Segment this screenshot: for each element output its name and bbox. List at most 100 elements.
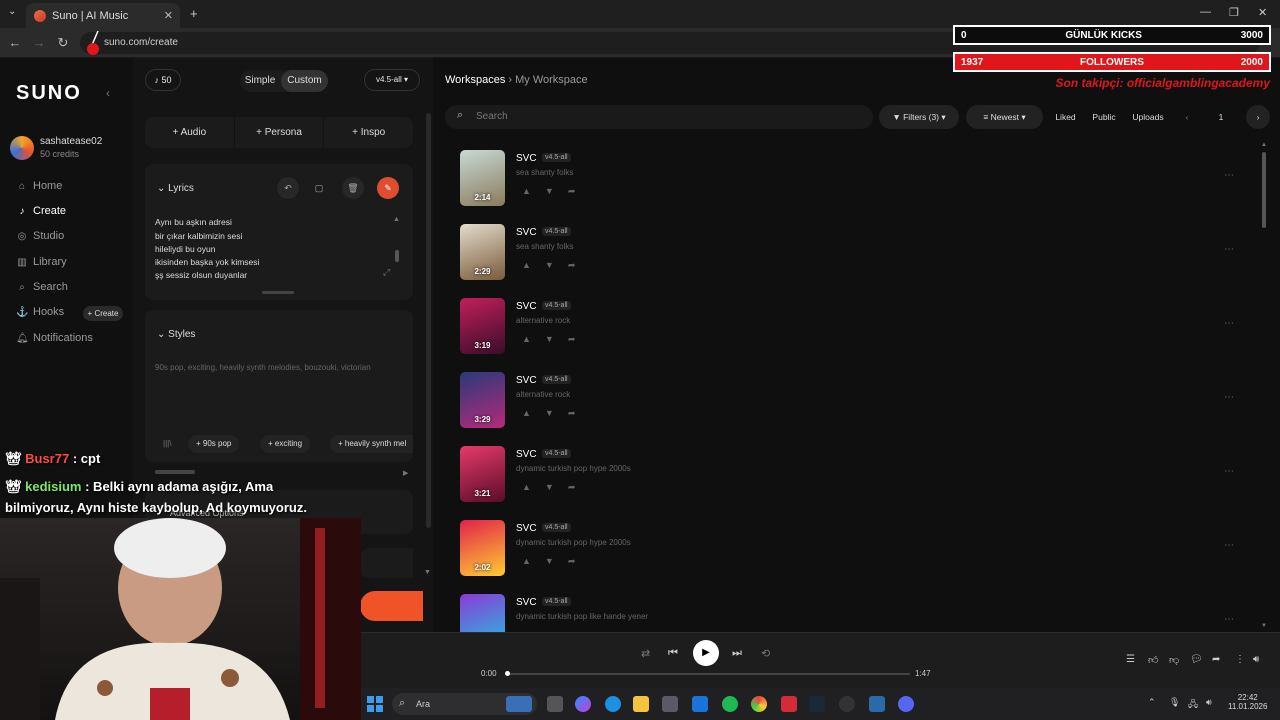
queue-icon[interactable]: ☰ bbox=[1126, 654, 1135, 665]
add-inspo-button[interactable]: + Inspo bbox=[324, 117, 413, 148]
breadcrumb-workspaces[interactable]: Workspaces bbox=[445, 74, 505, 86]
song-cover[interactable]: 3:19 bbox=[460, 298, 505, 354]
thumb-up-icon[interactable]: ▲ bbox=[522, 482, 545, 492]
microphone-icon[interactable]: 🎙︎ bbox=[1169, 697, 1180, 708]
sidebar-item-create[interactable]: ♪ Create bbox=[16, 205, 67, 217]
file-explorer-icon[interactable] bbox=[633, 696, 649, 712]
more-icon[interactable]: ⋮ bbox=[1235, 654, 1245, 665]
styles-input[interactable]: 90s pop, exciting, heavily synth melodie… bbox=[155, 363, 371, 372]
collapse-sidebar-icon[interactable]: ‹ bbox=[106, 86, 110, 100]
taskbar-clock[interactable]: 22:42 11.01.2026 bbox=[1228, 693, 1267, 711]
lyrics-line[interactable]: ikisinden başka yok kimsesi bbox=[155, 257, 259, 267]
scroll-up-icon[interactable]: ▲ bbox=[1261, 142, 1267, 148]
lyrics-line[interactable]: bir çıkar kalbimizin sesi bbox=[155, 231, 242, 241]
scroll-down-icon[interactable]: ▼ bbox=[1261, 623, 1267, 629]
scroll-down-icon[interactable]: ▼ bbox=[424, 569, 431, 576]
avatar[interactable] bbox=[10, 136, 34, 160]
obs-icon[interactable] bbox=[839, 696, 855, 712]
maximize-icon[interactable]: ❐ bbox=[1229, 6, 1239, 19]
prev-page-icon[interactable]: ‹ bbox=[1179, 105, 1195, 129]
forward-icon[interactable]: → bbox=[30, 34, 48, 52]
more-options-icon[interactable]: ⋯ bbox=[1224, 244, 1234, 255]
browser-tab[interactable]: Suno | AI Music ✕ bbox=[26, 3, 180, 28]
thumb-down-icon[interactable]: ▼ bbox=[545, 408, 568, 418]
edge-icon[interactable] bbox=[605, 696, 621, 712]
share-icon[interactable]: ➦ bbox=[568, 260, 590, 270]
username[interactable]: sashatease02 bbox=[40, 136, 102, 147]
share-icon[interactable]: ➦ bbox=[568, 334, 590, 344]
thumb-up-icon[interactable]: ▲ bbox=[522, 186, 545, 196]
thumb-down-icon[interactable]: 👎︎ bbox=[1169, 654, 1179, 666]
next-page-icon[interactable]: › bbox=[1246, 105, 1270, 129]
public-filter[interactable]: Public bbox=[1090, 105, 1118, 129]
song-style[interactable]: alternative rock bbox=[516, 316, 570, 325]
song-row[interactable]: 3:29 SVC v4.5-all alternative rock ▲▼➦ ⋯ bbox=[460, 372, 1240, 434]
share-icon[interactable]: ➦ bbox=[568, 556, 590, 566]
create-button[interactable] bbox=[360, 591, 423, 621]
breadcrumb-current[interactable]: My Workspace bbox=[515, 74, 588, 86]
song-title[interactable]: SVC bbox=[516, 597, 537, 608]
filters-button[interactable]: ▼ Filters (3) ▾ bbox=[879, 105, 959, 129]
resize-icon[interactable]: ⤢ bbox=[383, 267, 390, 278]
song-style[interactable]: sea shanty folks bbox=[516, 168, 573, 177]
store-icon[interactable] bbox=[662, 696, 678, 712]
song-row[interactable]: 3:19 SVC v4.5-all alternative rock ▲▼➦ ⋯ bbox=[460, 298, 1240, 360]
song-row[interactable]: 2:14 SVC v4.5-all sea shanty folks ▲▼➦ ⋯ bbox=[460, 150, 1240, 212]
previous-icon[interactable]: ⏮︎ bbox=[668, 647, 678, 660]
song-style[interactable]: dynamic turkish pop hype 2000s bbox=[516, 464, 631, 473]
song-cover[interactable]: 2:29 bbox=[460, 224, 505, 280]
copilot-icon[interactable] bbox=[575, 696, 591, 712]
steam-icon[interactable] bbox=[809, 696, 825, 712]
more-options-icon[interactable]: ⋯ bbox=[1224, 540, 1234, 551]
discord-icon[interactable] bbox=[898, 696, 914, 712]
styles-toggle[interactable]: ⌄ Styles bbox=[157, 329, 195, 340]
song-cover[interactable]: 2:14 bbox=[460, 150, 505, 206]
play-button[interactable]: ▶ bbox=[693, 640, 719, 666]
hooks-create-button[interactable]: + Create bbox=[83, 306, 123, 321]
panel-scrollbar[interactable] bbox=[426, 113, 431, 528]
shuffle-icon[interactable]: ⇄ bbox=[641, 647, 650, 660]
tray-chevron-icon[interactable]: ⌃ bbox=[1148, 697, 1156, 708]
app-blue-icon[interactable] bbox=[869, 696, 885, 712]
speaker-icon[interactable]: 🔊︎ bbox=[1206, 697, 1212, 708]
share-icon[interactable]: ➦ bbox=[1212, 654, 1220, 665]
trash-icon[interactable]: 🗑︎ bbox=[342, 177, 364, 199]
song-title[interactable]: SVC bbox=[516, 375, 537, 386]
song-row[interactable]: 2:29 SVC v4.5-all sea shanty folks ▲▼➦ ⋯ bbox=[460, 224, 1240, 286]
share-icon[interactable]: ➦ bbox=[568, 408, 590, 418]
song-row[interactable]: 2:02 SVC v4.5-all dynamic turkish pop hype … bbox=[460, 520, 1240, 582]
progress-knob[interactable] bbox=[505, 671, 510, 676]
styles-menu-icon[interactable]: |||\ bbox=[163, 439, 171, 448]
more-options-icon[interactable]: ⋯ bbox=[1224, 170, 1234, 181]
expand-icon[interactable]: ▢ bbox=[308, 177, 330, 199]
sidebar-item-studio[interactable]: ◎ Studio bbox=[16, 230, 65, 242]
more-options-icon[interactable]: ⋯ bbox=[1224, 318, 1234, 329]
close-window-icon[interactable]: ✕ bbox=[1258, 6, 1267, 19]
close-tab-icon[interactable]: ✕ bbox=[164, 9, 173, 22]
task-view-icon[interactable] bbox=[547, 696, 563, 712]
uploads-filter[interactable]: Uploads bbox=[1128, 105, 1168, 129]
mode-custom-button[interactable]: Custom bbox=[281, 70, 328, 92]
more-options-icon[interactable]: ⋯ bbox=[1224, 614, 1234, 625]
song-style[interactable]: dynamic turkish pop hype 2000s bbox=[516, 538, 631, 547]
repeat-icon[interactable]: ⟲ bbox=[761, 647, 770, 660]
sidebar-item-hooks[interactable]: ⚓ Hooks bbox=[16, 306, 64, 318]
song-cover[interactable]: 3:29 bbox=[460, 372, 505, 428]
more-options-icon[interactable]: ⋯ bbox=[1224, 392, 1234, 403]
thumb-up-icon[interactable]: 👍︎ bbox=[1148, 654, 1158, 666]
mode-simple-button[interactable]: Simple bbox=[240, 70, 280, 92]
outlook-icon[interactable] bbox=[692, 696, 708, 712]
more-options-icon[interactable]: ⋯ bbox=[1224, 466, 1234, 477]
song-title[interactable]: SVC bbox=[516, 523, 537, 534]
song-cover[interactable]: 2:02 bbox=[460, 520, 505, 576]
app-red-icon[interactable] bbox=[781, 696, 797, 712]
volume-icon[interactable]: 🔊︎ bbox=[1253, 654, 1259, 665]
workspace-scrollbar[interactable] bbox=[1262, 152, 1266, 228]
sidebar-item-home[interactable]: ⌂ Home bbox=[16, 180, 62, 192]
share-icon[interactable]: ➦ bbox=[568, 186, 590, 196]
thumb-down-icon[interactable]: ▼ bbox=[545, 334, 568, 344]
thumb-up-icon[interactable]: ▲ bbox=[522, 334, 545, 344]
comment-icon[interactable]: 💬︎ bbox=[1190, 654, 1203, 665]
spotify-icon[interactable] bbox=[722, 696, 738, 712]
tab-menu-icon[interactable]: ⌄ bbox=[8, 6, 16, 17]
